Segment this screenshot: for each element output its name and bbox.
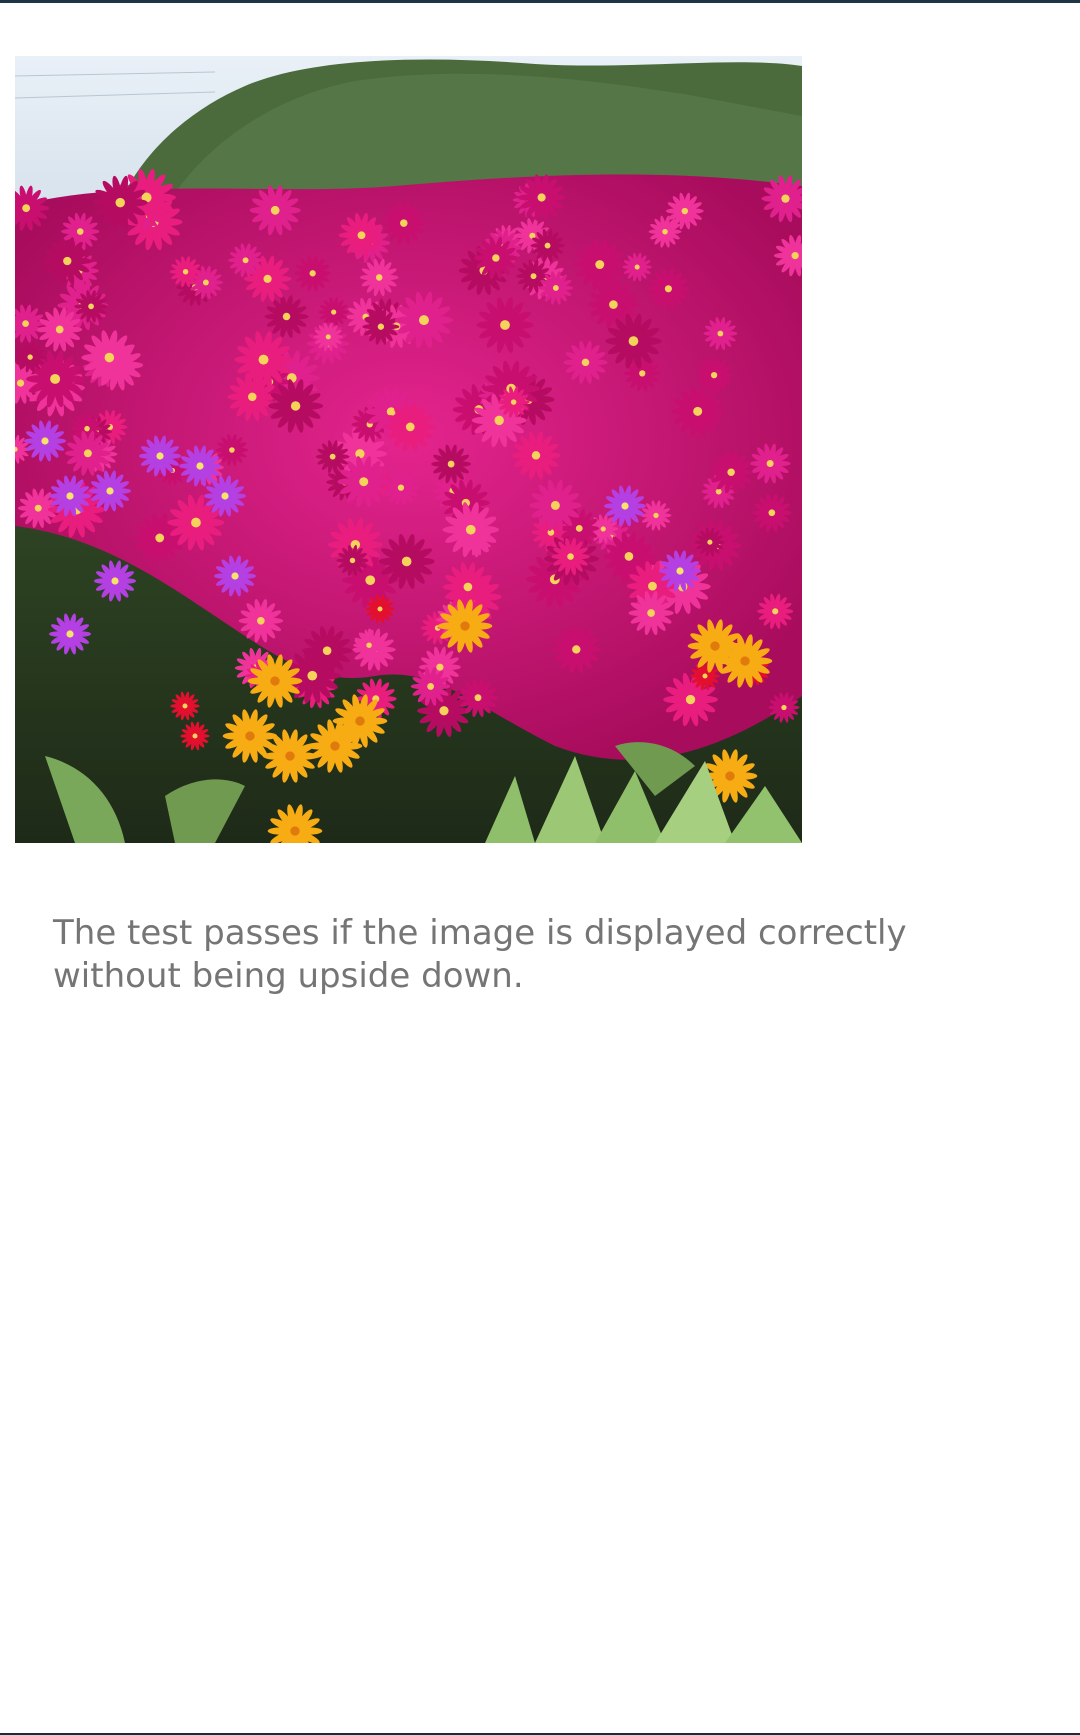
top-border [0, 0, 1080, 3]
flower-photo [15, 56, 802, 843]
test-instructions: The test passes if the image is displaye… [53, 913, 907, 996]
